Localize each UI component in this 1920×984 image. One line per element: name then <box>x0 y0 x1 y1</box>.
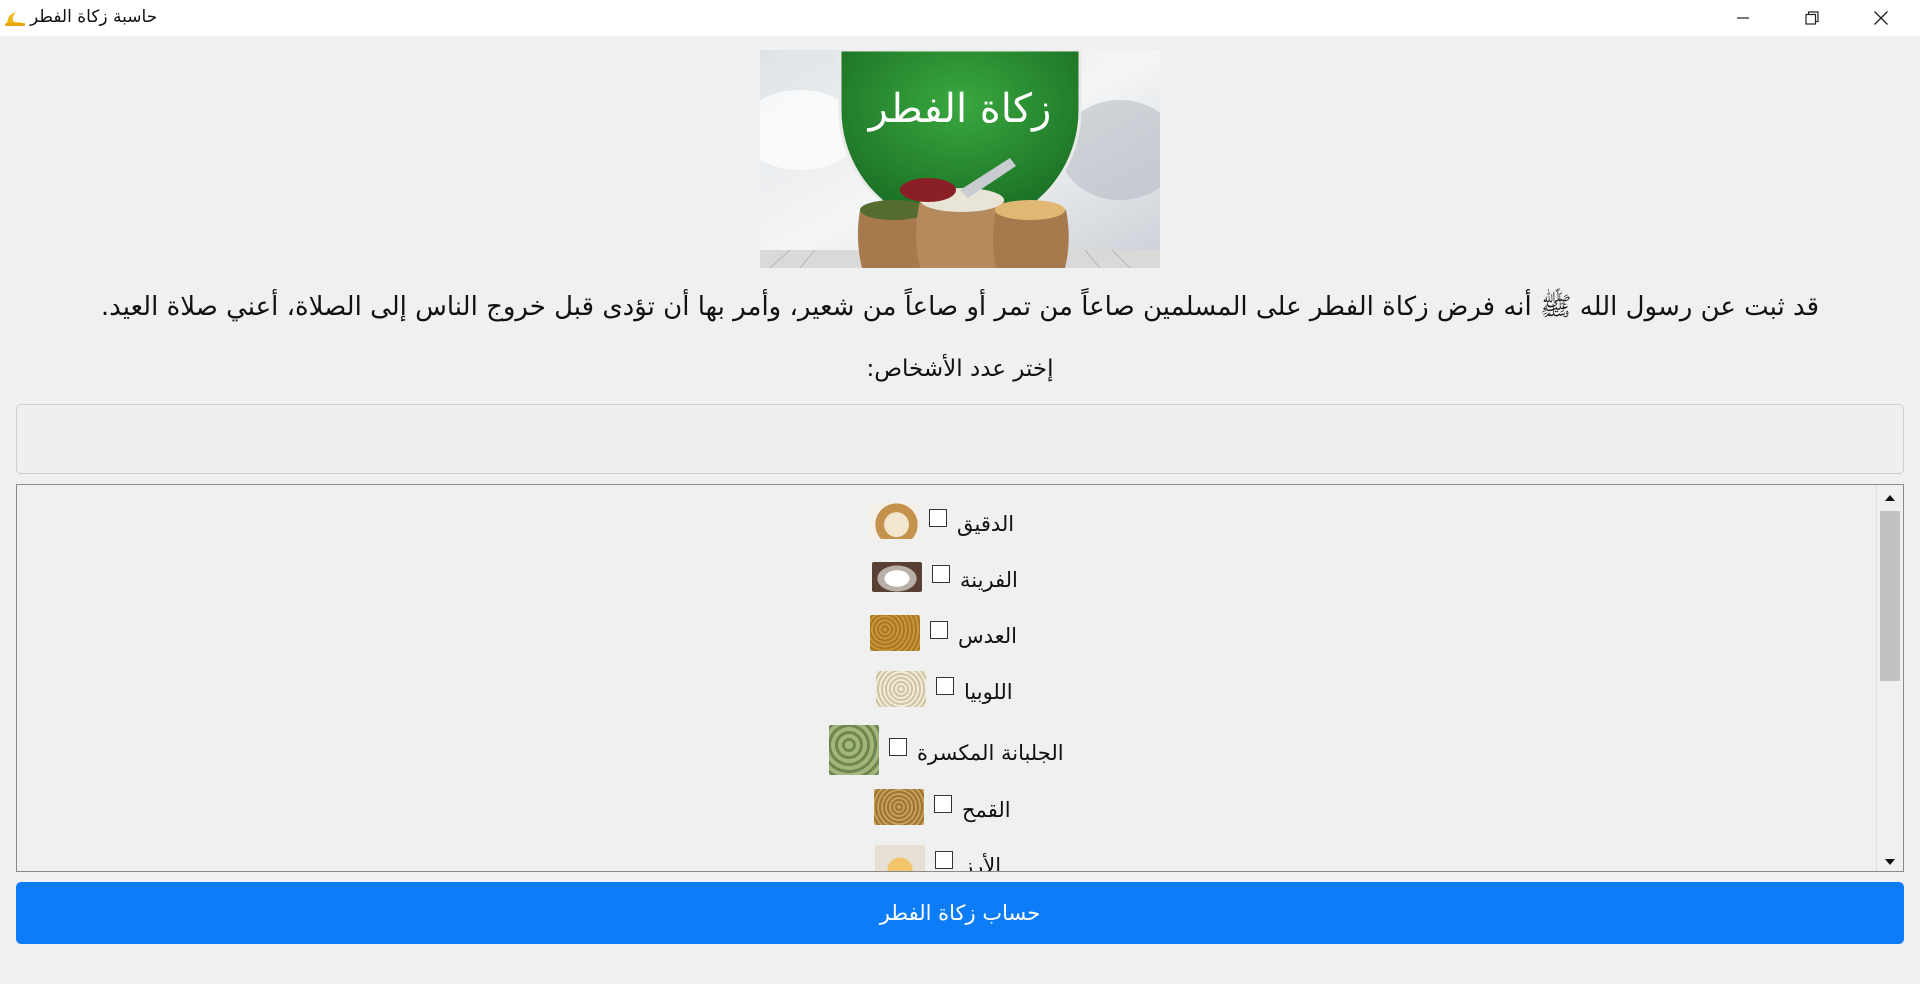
list-item[interactable]: اللوبيا <box>876 669 1013 709</box>
title-bar: حاسبة زكاة الفطر <box>0 0 1920 36</box>
close-icon <box>1873 10 1889 26</box>
triangle-up-icon <box>1884 487 1896 506</box>
banner-title-art: زكاة الفطر <box>867 86 1052 132</box>
lentils-image <box>870 615 920 651</box>
list-item[interactable]: الدقيق <box>869 501 1014 541</box>
window-title: حاسبة زكاة الفطر <box>30 7 158 27</box>
hadith-text: قد ثبت عن رسول الله ﷺ أنه فرض زكاة الفطر… <box>100 292 1820 322</box>
grain-label: الدقيق <box>957 512 1015 536</box>
scroll-thumb[interactable] <box>1880 511 1900 681</box>
restore-icon <box>1805 11 1819 25</box>
scroll-down-button[interactable] <box>1877 849 1903 871</box>
triangle-down-icon <box>1884 851 1896 870</box>
grain-label: القمح <box>962 798 1011 822</box>
list-item[interactable]: الأرز <box>875 843 1002 872</box>
minimize-icon <box>1736 11 1750 25</box>
grain-label: العدس <box>958 624 1018 648</box>
grain-label: الأرز <box>963 854 1002 872</box>
grain-checkbox[interactable] <box>889 738 907 756</box>
grain-checkbox[interactable] <box>929 509 947 527</box>
grain-label: اللوبيا <box>964 680 1013 704</box>
wheat-image <box>874 789 924 825</box>
zakat-banner-image: زكاة الفطر <box>760 50 1160 268</box>
list-item[interactable]: العدس <box>870 613 1017 653</box>
grain-checkbox[interactable] <box>934 795 952 813</box>
list-item[interactable]: القمح <box>874 787 1011 827</box>
grain-checkbox[interactable] <box>936 677 954 695</box>
calculate-zakat-button[interactable]: حساب زكاة الفطر <box>16 882 1904 944</box>
persons-label: إختر عدد الأشخاص: <box>866 356 1054 382</box>
minimize-button[interactable] <box>1709 0 1777 36</box>
beans-image <box>876 671 926 707</box>
white-flour-image <box>872 562 922 592</box>
grains-list[interactable]: الدقيق الفرينة العدس اللوبيا الجلبانة ال… <box>16 484 1904 872</box>
grain-checkbox[interactable] <box>932 565 950 583</box>
flour-sack-image <box>869 503 919 539</box>
close-button[interactable] <box>1847 0 1915 36</box>
rice-image <box>875 845 925 871</box>
persons-count-input[interactable] <box>16 404 1904 474</box>
restore-button[interactable] <box>1778 0 1846 36</box>
list-scrollbar[interactable] <box>1876 485 1903 871</box>
grain-label: الفرينة <box>960 568 1018 592</box>
scroll-up-button[interactable] <box>1877 485 1903 507</box>
grain-label: الجلبانة المكسرة <box>917 741 1064 765</box>
crescent-moon-icon <box>4 8 26 28</box>
grain-checkbox[interactable] <box>935 851 953 869</box>
list-item[interactable]: الفرينة <box>872 557 1018 597</box>
grain-checkbox[interactable] <box>930 621 948 639</box>
list-item[interactable]: الجلبانة المكسرة <box>829 725 1064 775</box>
split-peas-image <box>829 725 879 775</box>
